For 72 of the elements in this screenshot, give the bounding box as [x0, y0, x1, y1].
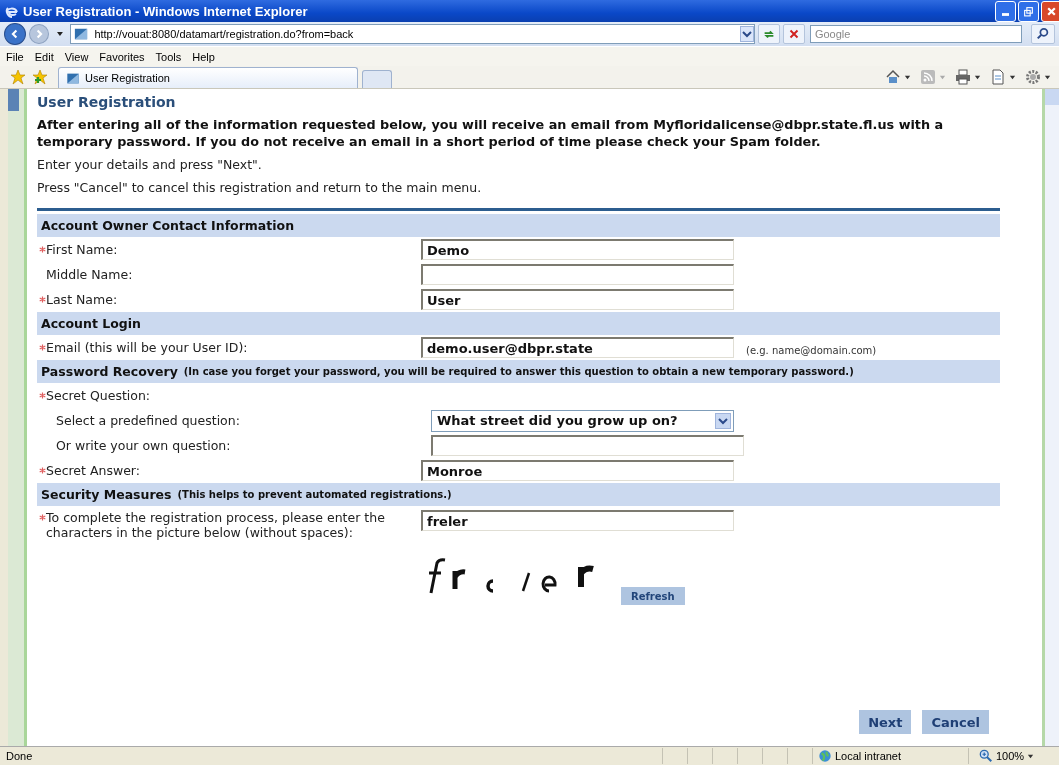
field-label: Last Name:	[46, 292, 118, 307]
page-icon	[65, 71, 81, 85]
restore-icon	[1023, 5, 1034, 17]
field-label: Secret Answer:	[46, 463, 140, 478]
field-label: To complete the registration process, please enter the characters in the picture below (without spaces):	[46, 510, 386, 540]
close-icon	[1046, 5, 1057, 17]
scrollbar[interactable]	[1042, 89, 1059, 746]
gear-icon[interactable]	[1025, 69, 1041, 85]
field-label: Middle Name:	[46, 267, 133, 282]
text-field[interactable]: freler	[421, 510, 734, 531]
caret-icon[interactable]	[974, 73, 981, 81]
menu-item[interactable]: File	[6, 50, 24, 63]
section-header: Password Recovery (In case you forget your password, you will be required to answer this question to obtain a new temporary password.)	[37, 360, 1000, 383]
window-title: User Registration - Windows Internet Explorer	[23, 3, 309, 19]
intro-text: After entering all of the information requested below, you will receive an email from Myfloridalicense@dbpr.state.fl.us with a temporary password. If you do not receive an email in a short period of time please check your Spam folder.	[37, 116, 945, 150]
menu-item[interactable]: Edit	[34, 50, 54, 63]
question-dropdown[interactable]: What street did you grow up on?	[431, 409, 734, 432]
caret-icon[interactable]	[55, 30, 64, 38]
caret-icon[interactable]	[1009, 73, 1016, 81]
printer-icon[interactable]	[955, 69, 971, 85]
search-button[interactable]	[1031, 24, 1055, 44]
instruction-text: Press "Cancel" to cancel this registration and return to the main menu.	[37, 179, 483, 196]
zone-text: Local intranet	[835, 750, 902, 762]
status-text: Done	[5, 750, 34, 762]
search-field[interactable]: Google	[809, 25, 1023, 43]
field-label: First Name:	[46, 242, 118, 257]
text-field[interactable]: User	[421, 289, 734, 310]
text-field[interactable]	[431, 435, 744, 456]
close-button[interactable]	[1041, 0, 1059, 22]
caret-icon[interactable]	[904, 73, 911, 81]
minimize-icon	[1002, 12, 1009, 16]
refresh-button[interactable]: Refresh	[621, 587, 685, 605]
cancel-button[interactable]: Cancel	[922, 710, 989, 734]
globe-icon	[818, 749, 832, 763]
zoom-icon[interactable]	[979, 749, 993, 763]
back-button[interactable]	[4, 23, 26, 45]
refresh-button[interactable]	[758, 24, 781, 44]
zoom-level[interactable]: 100%	[996, 750, 1025, 762]
page-heading: User Registration	[37, 93, 177, 111]
page-icon[interactable]	[990, 69, 1006, 85]
text-field[interactable]: demo.user@dbpr.state	[421, 337, 734, 358]
field-label: Or write your own question:	[56, 438, 231, 453]
browser-tab[interactable]: User Registration	[58, 67, 358, 88]
text-field[interactable]: Demo	[421, 239, 734, 260]
frame-marker	[8, 89, 19, 111]
section-header: Account Login	[37, 312, 1000, 335]
next-button[interactable]: Next	[859, 710, 912, 734]
menu-item[interactable]: Favorites	[99, 50, 145, 63]
text-field[interactable]: Monroe	[421, 460, 734, 481]
search-icon	[1036, 27, 1051, 41]
text-field[interactable]	[421, 264, 734, 285]
section-header: Account Owner Contact Information	[37, 214, 1000, 237]
field-label: Select a predefined question:	[56, 413, 240, 428]
stop-button[interactable]	[783, 24, 805, 44]
instruction-text: Enter your details and press "Next".	[37, 156, 263, 173]
menu-item[interactable]: Tools	[155, 50, 182, 63]
section-header: Security Measures (This helps to prevent automated registrations.)	[37, 483, 1000, 506]
star-icon[interactable]	[10, 69, 26, 85]
menu-item[interactable]: View	[64, 50, 89, 63]
caret-icon[interactable]	[1027, 752, 1035, 760]
tab-label: User Registration	[85, 72, 170, 84]
add-favorite-icon[interactable]	[32, 69, 48, 85]
restore-button[interactable]	[1018, 0, 1039, 22]
field-label: Secret Question:	[46, 388, 151, 403]
home-icon[interactable]	[885, 69, 901, 85]
caret-icon[interactable]	[1044, 73, 1051, 81]
page-icon	[73, 27, 90, 41]
minimize-button[interactable]	[995, 0, 1016, 22]
menu-item[interactable]: Help	[192, 50, 215, 63]
field-hint: (e.g. name@domain.com)	[746, 345, 877, 356]
address-field[interactable]: http://vouat:8080/datamart/registration.do?from=back	[70, 24, 756, 44]
field-label: Email (this will be your User ID):	[46, 340, 248, 355]
